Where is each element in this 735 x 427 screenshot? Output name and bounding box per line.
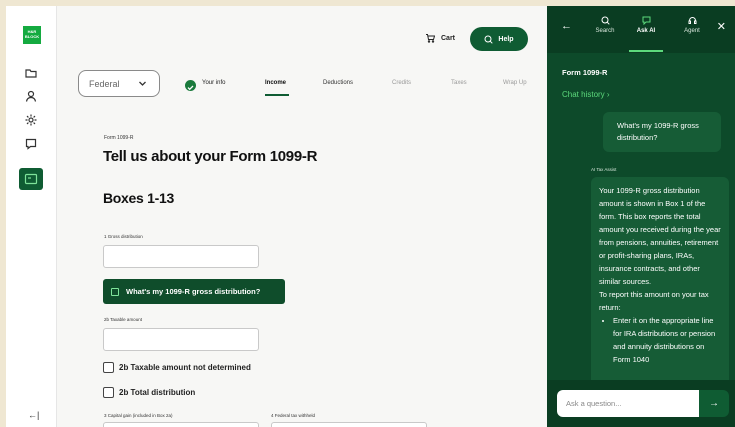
assist-panel: ← Search Ask AI Agent ✕ Form 1099-R Chat… [547,6,735,427]
tab-search-label: Search [595,28,615,34]
tab-ask-ai[interactable]: Ask AI [626,16,666,34]
ask-ai-gross-distribution-button[interactable]: What's my 1099-R gross distribution? [103,279,285,304]
main-content: Cart Help Federal Your info Income Deduc… [57,6,547,427]
ai-message-list: Enter it on the appropriate line for IRA… [599,314,723,366]
panel-header: ← Search Ask AI Agent ✕ [547,6,735,53]
left-rail: H&R BLOCK ←| [6,6,57,427]
cart-icon [426,34,435,43]
ask-question-input[interactable]: Ask a question... [557,390,699,417]
app-window: H&R BLOCK ←| Cart Help Federal Your info… [6,6,735,427]
send-button[interactable]: → [699,390,729,417]
step-credits[interactable]: Credits [392,80,411,86]
step-deductions[interactable]: Deductions [323,80,353,86]
federal-withheld-label: 4 Federal tax withheld [271,413,316,418]
federal-withheld-input[interactable] [271,422,427,427]
capital-gain-input[interactable] [103,422,259,427]
total-distribution-label: 2b Total distribution [119,388,196,397]
total-distribution-checkbox[interactable] [103,387,114,398]
help-search-icon [484,35,494,44]
tab-ask-ai-label: Ask AI [636,28,656,34]
document-icon[interactable] [19,168,43,190]
taxable-amount-label: 2b Taxable amount [104,317,142,322]
back-arrow-icon[interactable]: ← [561,20,572,32]
chevron-down-icon [139,81,146,86]
step-taxes[interactable]: Taxes [451,80,467,86]
ai-label: AI Tax Assist [591,167,617,172]
gross-distribution-input[interactable] [103,245,259,268]
ai-message-paragraph-2: To report this amount on your tax return… [599,290,709,312]
help-label: Help [498,35,514,43]
total-distribution-checkbox-row[interactable]: 2b Total distribution [103,387,195,398]
send-arrow-icon: → [709,398,719,409]
panel-input-bar: Ask a question... → [547,380,735,427]
brand-logo[interactable]: H&R BLOCK [23,26,41,44]
ai-button-label: What's my 1099-R gross distribution? [126,287,261,296]
cart-button[interactable]: Cart [425,33,455,43]
taxable-amount-input[interactable] [103,328,259,351]
headset-icon [688,17,696,24]
folder-icon[interactable] [24,66,38,80]
chat-history-label: Chat history [562,90,605,99]
progress-steps: Your info Income Deductions Credits Taxe… [179,78,539,98]
jurisdiction-value: Federal [89,78,120,89]
gross-distribution-label: 1 Gross distribution [104,234,143,239]
user-icon[interactable] [24,89,38,103]
step-income[interactable]: Income [265,80,286,86]
search-icon [601,16,610,25]
ai-message-bubble: Your 1099-R gross distribution amount is… [591,177,729,383]
chat-bubble-icon [642,16,650,25]
chat-history-link[interactable]: Chat history › [562,90,610,99]
tab-agent[interactable]: Agent [672,16,712,34]
panel-form-name: Form 1099-R [562,68,608,77]
gear-icon[interactable] [24,113,38,127]
chevron-right-icon: › [606,90,610,99]
step-your-info[interactable]: Your info [202,80,225,86]
ai-square-icon [111,287,119,296]
not-determined-label: 2b Taxable amount not determined [119,363,251,372]
form-label: Form 1099-R [104,135,134,141]
ai-message-paragraph: Your 1099-R gross distribution amount is… [599,186,721,286]
step-wrap-up[interactable]: Wrap Up [503,80,527,86]
jurisdiction-select[interactable]: Federal [78,70,160,97]
active-tab-indicator [629,50,663,52]
tab-agent-label: Agent [684,28,700,34]
collapse-rail-icon[interactable]: ←| [28,410,39,420]
tab-search[interactable]: Search [585,16,625,34]
check-circle-icon [185,80,196,91]
help-button[interactable]: Help [470,27,528,51]
user-message-bubble: What's my 1099-R gross distribution? [603,112,721,152]
active-step-indicator [265,94,289,96]
section-title: Boxes 1-13 [103,190,174,206]
not-determined-checkbox[interactable] [103,362,114,373]
capital-gain-label: 3 Capital gain (included in Box 2a) [104,413,173,418]
not-determined-checkbox-row[interactable]: 2b Taxable amount not determined [103,362,251,373]
cart-label: Cart [441,34,456,42]
ai-message-bullet: Enter it on the appropriate line for IRA… [613,314,723,366]
close-icon[interactable]: ✕ [717,20,726,33]
page-title: Tell us about your Form 1099-R [103,148,318,165]
chat-icon[interactable] [24,137,38,151]
